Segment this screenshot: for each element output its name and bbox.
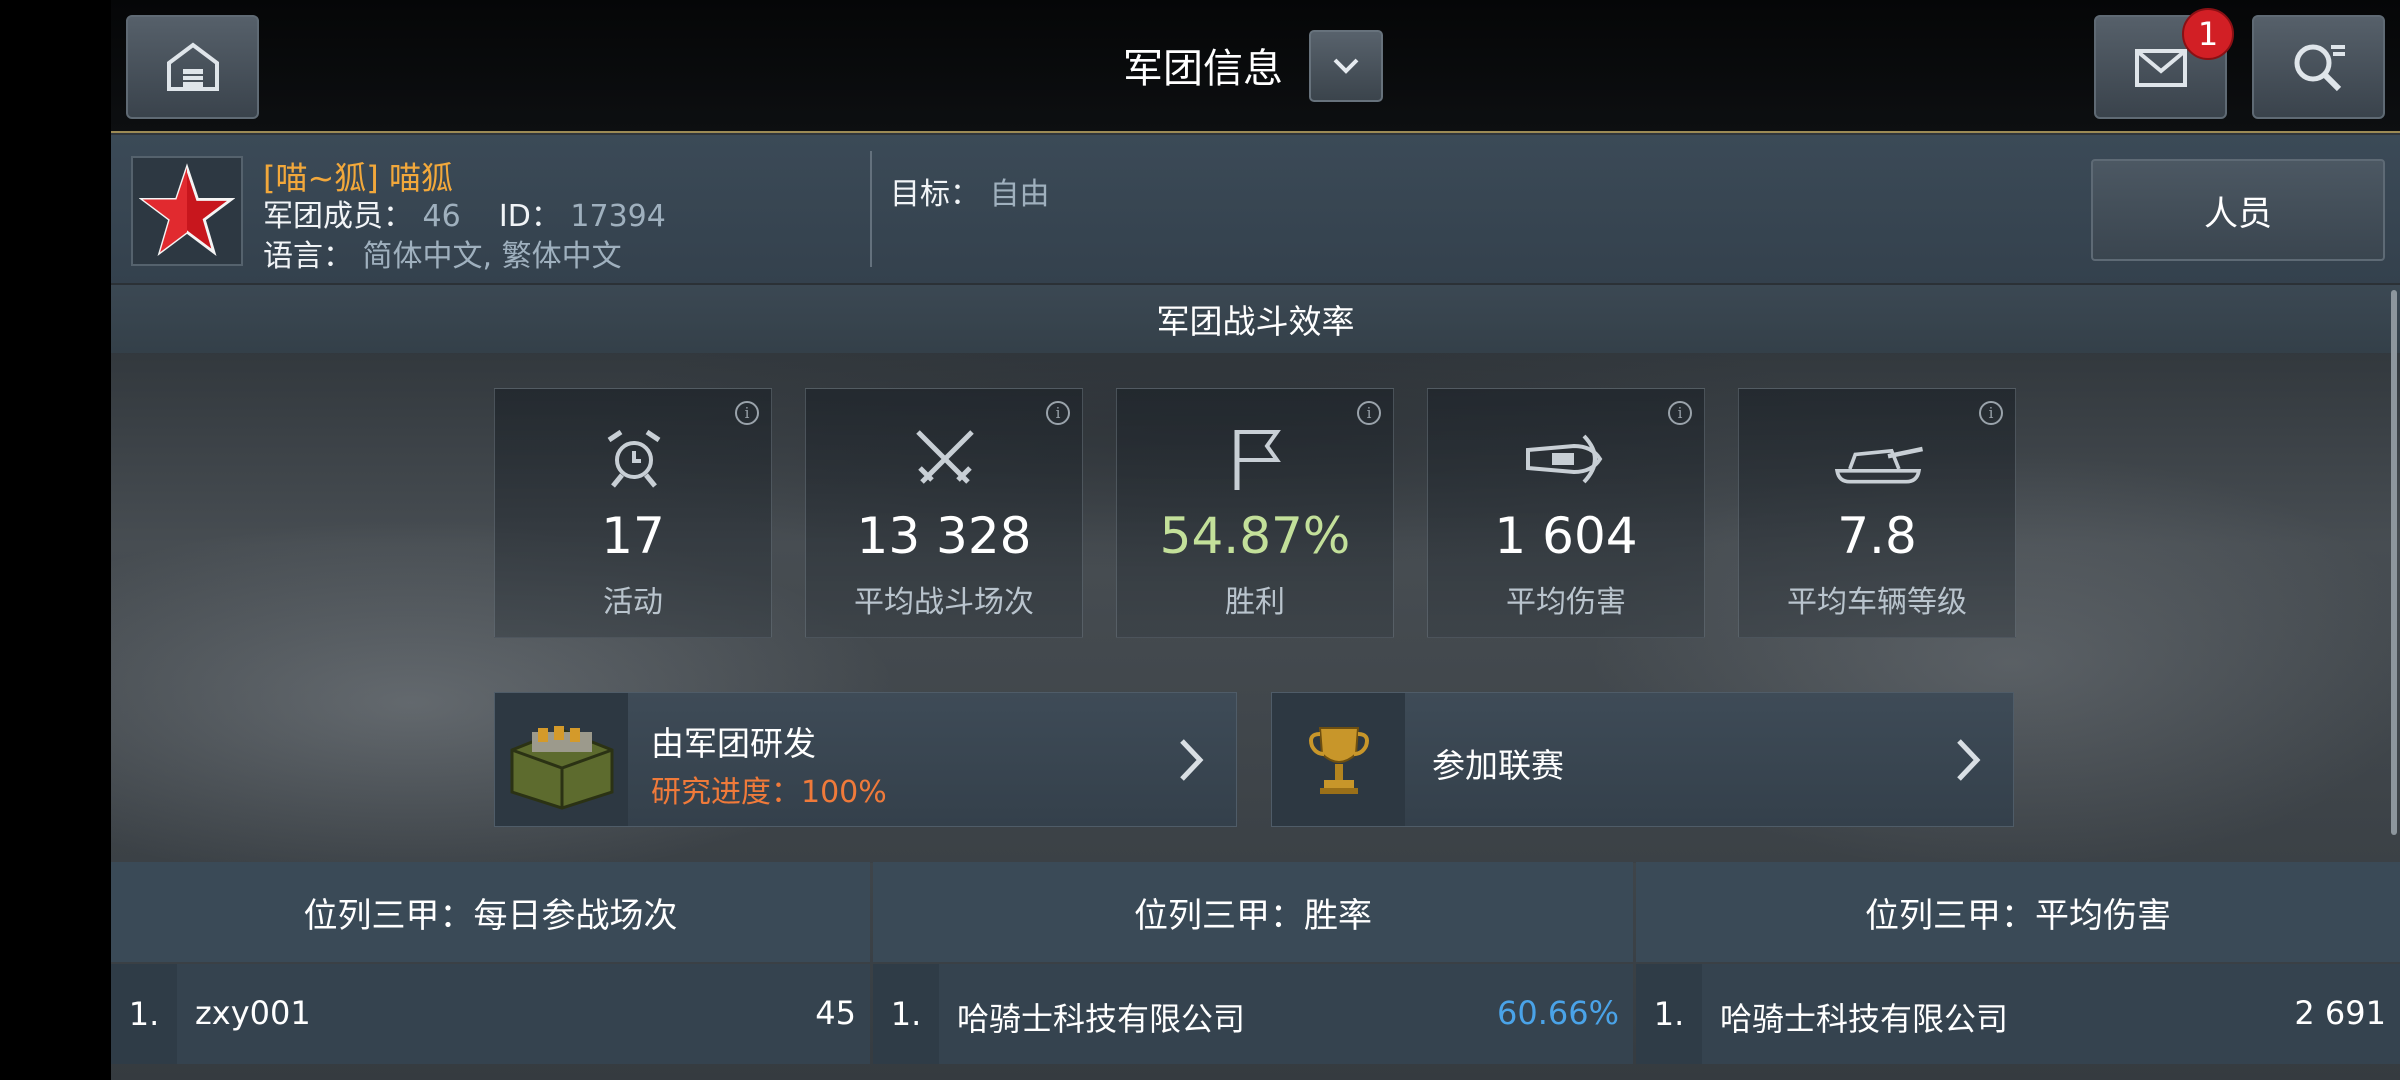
player-name: 哈骑士科技有限公司 — [1720, 1000, 2009, 1038]
info-icon[interactable]: i — [1668, 401, 1692, 425]
research-title: 由军团研发 — [651, 724, 816, 763]
info-icon[interactable]: i — [1046, 401, 1070, 425]
clan-goal: 目标： 自由 — [890, 169, 1050, 213]
chevron-down-icon — [1333, 58, 1359, 74]
clan-id-label: ID： — [498, 199, 561, 234]
table-row[interactable]: 1. 哈骑士科技有限公司 60.66% — [873, 964, 1633, 1064]
clan-info-bar: [喵~狐] 喵狐 军团成员： 46 ID： 17394 语言： 简体中文, 繁体… — [111, 135, 2400, 283]
title-dropdown-button[interactable] — [1309, 30, 1383, 102]
player-name: 哈骑士科技有限公司 — [957, 1000, 1246, 1038]
stat-value: 1 604 — [1494, 507, 1638, 565]
members-button[interactable]: 人员 — [2091, 159, 2385, 261]
efficiency-section-title: 军团战斗效率 — [111, 285, 2400, 353]
stat-card-avg-tier: i 7.8 平均车辆等级 — [1738, 388, 2016, 638]
stat-label: 平均车辆等级 — [1787, 585, 1967, 620]
top3-win-rate-header: 位列三甲：胜率 — [873, 862, 1633, 962]
stat-label: 平均伤害 — [1506, 585, 1626, 620]
stat-card-avg-damage: i 1 604 平均伤害 — [1427, 388, 1705, 638]
table-row[interactable]: 1. zxy001 45 — [111, 964, 870, 1064]
player-value: 60.66% — [1496, 994, 1619, 1032]
envelope-icon — [2134, 49, 2187, 87]
members-label: 军团成员： — [263, 199, 413, 234]
stat-label: 胜利 — [1225, 585, 1285, 620]
divider — [870, 151, 872, 267]
trophy-icon — [1272, 693, 1405, 826]
red-star-icon — [139, 163, 235, 257]
stat-card-activity: i 17 活动 — [494, 388, 772, 638]
stat-value: 13 328 — [856, 507, 1032, 565]
tank-icon — [1828, 419, 1928, 499]
stat-value: 7.8 — [1837, 507, 1917, 565]
language-value: 简体中文, 繁体中文 — [362, 239, 622, 274]
supply-crate-image — [495, 693, 628, 826]
info-icon[interactable]: i — [735, 401, 759, 425]
stat-value: 54.87% — [1159, 507, 1351, 565]
language-label: 语言： — [263, 239, 353, 274]
top-bar: 军团信息 1 — [111, 0, 2400, 133]
search-button[interactable] — [2252, 15, 2385, 119]
page-title: 军团信息 — [1123, 46, 1283, 92]
info-icon[interactable]: i — [1357, 401, 1381, 425]
clan-info-screen: 军团信息 1 [喵~狐] 喵狐 军团成员： 46 ID： 17394 语言： 简… — [111, 0, 2400, 1080]
research-progress: 研究进度：100% — [651, 775, 887, 810]
mail-notification-badge: 1 — [2182, 8, 2234, 60]
crossed-swords-icon — [895, 419, 995, 499]
clan-id-value: 17394 — [570, 199, 666, 234]
clan-emblem — [131, 156, 243, 266]
chevron-right-icon — [1957, 739, 1981, 781]
stat-label: 平均战斗场次 — [854, 585, 1034, 620]
goal-value: 自由 — [989, 177, 1050, 212]
clan-members-row: 军团成员： 46 ID： 17394 — [263, 191, 666, 235]
rank-number: 1. — [873, 964, 939, 1064]
join-league-button[interactable]: 参加联赛 — [1271, 692, 2014, 827]
info-icon[interactable]: i — [1979, 401, 2003, 425]
stat-value: 17 — [601, 507, 665, 565]
stat-card-victories: i 54.87% 胜利 — [1116, 388, 1394, 638]
stat-card-avg-battles: i 13 328 平均战斗场次 — [805, 388, 1083, 638]
top3-daily-battles-header: 位列三甲：每日参战场次 — [111, 862, 870, 962]
scrollbar[interactable] — [2391, 290, 2397, 835]
join-league-title: 参加联赛 — [1432, 746, 1564, 785]
garage-home-button[interactable] — [126, 15, 259, 119]
clan-research-button[interactable]: 由军团研发 研究进度：100% — [494, 692, 1237, 827]
shell-icon — [1517, 419, 1617, 499]
rank-number: 1. — [1636, 964, 1702, 1064]
flag-icon — [1206, 419, 1306, 499]
search-icon — [2294, 44, 2345, 92]
clan-language-row: 语言： 简体中文, 繁体中文 — [263, 231, 622, 275]
goal-label: 目标： — [890, 177, 980, 212]
top3-avg-damage-header: 位列三甲：平均伤害 — [1636, 862, 2400, 962]
alarm-clock-icon — [584, 419, 684, 499]
members-value: 46 — [422, 199, 461, 234]
player-value: 2 691 — [2294, 994, 2386, 1032]
stat-label: 活动 — [603, 585, 663, 620]
player-name: zxy001 — [195, 994, 311, 1032]
rank-number: 1. — [111, 964, 177, 1064]
garage-icon — [166, 42, 219, 91]
player-value: 45 — [815, 994, 856, 1032]
left-letterbox — [0, 0, 111, 1080]
table-row[interactable]: 1. 哈骑士科技有限公司 2 691 — [1636, 964, 2400, 1064]
chevron-right-icon — [1180, 739, 1204, 781]
